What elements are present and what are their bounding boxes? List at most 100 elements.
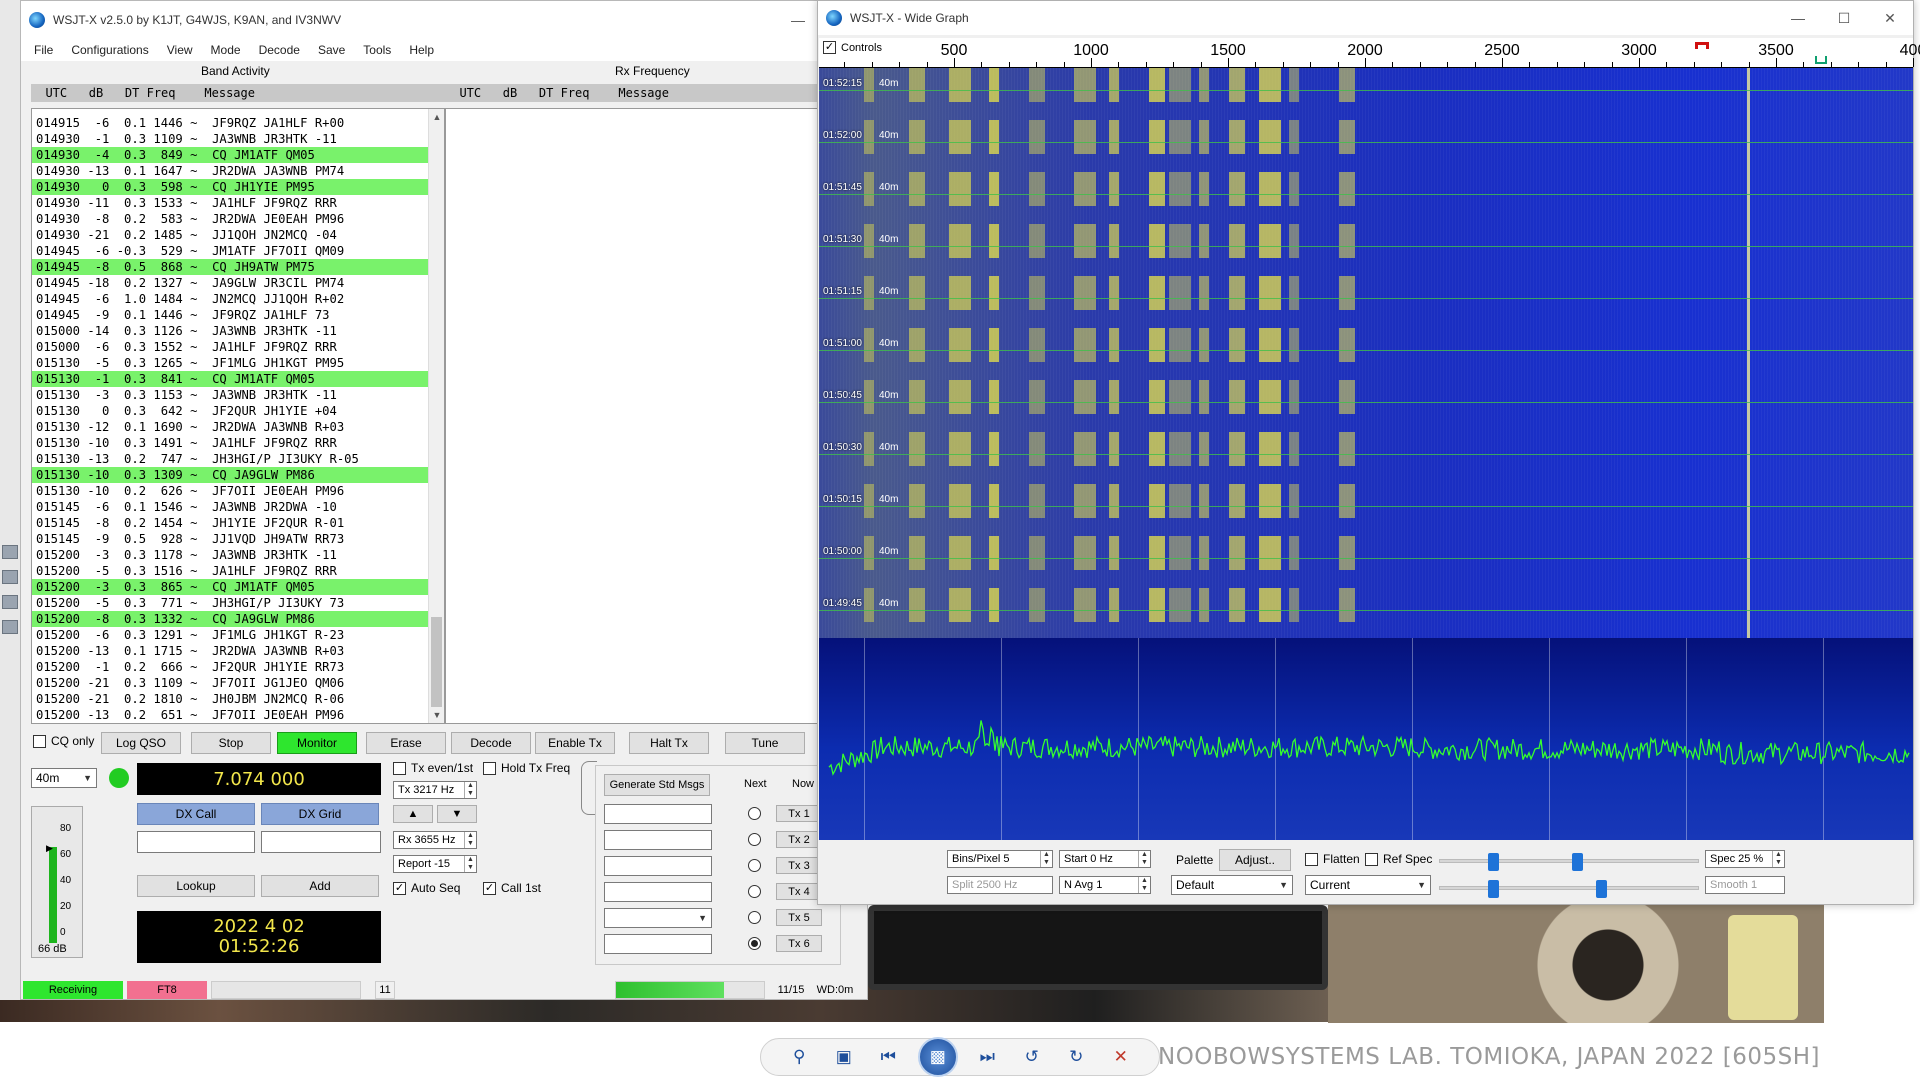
ref-spec-checkbox[interactable]: Ref Spec xyxy=(1365,852,1432,866)
tx4-message-field[interactable] xyxy=(604,882,712,902)
arrow-up-button[interactable]: ▲ xyxy=(393,805,433,823)
decode-row[interactable]: 015145 -9 0.5 928 ~ JJ1VQD JH9ATW RR73 xyxy=(32,531,444,547)
band-activity-list[interactable]: 014915 -6 0.1 1446 ~ JF9RQZ JA1HLF R+00 0… xyxy=(31,108,445,724)
rx-freq-spinbox[interactable]: Rx 3655 Hz ▲ ▼ xyxy=(393,831,477,849)
decode-row[interactable]: 015000 -14 0.3 1126 ~ JA3WNB JR3HTK -11 xyxy=(32,323,444,339)
decode-row[interactable]: 015200 -21 0.3 1109 ~ JF7OII JG1JEO QM06 xyxy=(32,675,444,691)
spectrum-type-select[interactable]: Current ▼ xyxy=(1305,875,1431,895)
tx4-button[interactable]: Tx 4 xyxy=(776,883,822,900)
waterfall-display[interactable]: 01:52:15 40m 01:52:00 40m 01:51:45 40m 01:51:3… xyxy=(819,68,1913,638)
decode-row[interactable]: 014945 -6 -0.3 529 ~ JM1ATF JF7OII QM09 xyxy=(32,243,444,259)
log-qso-button[interactable]: Log QSO xyxy=(101,732,181,754)
tx6-button[interactable]: Tx 6 xyxy=(776,935,822,952)
minimize-icon[interactable]: — xyxy=(1775,1,1821,35)
decode-row[interactable]: 015200 -3 0.3 1178 ~ JA3WNB JR3HTK -11 xyxy=(32,547,444,563)
delete-icon[interactable]: ✕ xyxy=(1106,1044,1136,1070)
hold-tx-freq-checkbox[interactable]: Hold Tx Freq xyxy=(483,761,570,775)
decode-row[interactable]: 015200 -13 0.1 1715 ~ JR2DWA JA3WNB R+03 xyxy=(32,643,444,659)
smooth-spinbox[interactable]: Smooth 1 xyxy=(1705,876,1785,894)
decode-row[interactable]: 015130 -3 0.3 1153 ~ JA3WNB JR3HTK -11 xyxy=(32,387,444,403)
rotate-left-icon[interactable]: ↺ xyxy=(1017,1044,1047,1070)
decode-row[interactable]: 015130 -12 0.1 1690 ~ JR2DWA JA3WNB R+03 xyxy=(32,419,444,435)
decode-row[interactable]: 014945 -18 0.2 1327 ~ JA9GLW JR3CIL PM74 xyxy=(32,275,444,291)
dx-grid-input[interactable] xyxy=(261,831,381,853)
tx5-button[interactable]: Tx 5 xyxy=(776,909,822,926)
desktop-icon[interactable] xyxy=(2,620,18,634)
minimize-icon[interactable]: — xyxy=(775,1,821,39)
controls-checkbox[interactable]: ✓ Controls xyxy=(823,41,882,54)
cq-decode-row[interactable]: 014945 -8 0.5 868 ~ CQ JH9ATW PM75 xyxy=(32,259,444,275)
tx1-next-radio[interactable] xyxy=(748,807,761,820)
spectrum-display[interactable] xyxy=(819,638,1913,840)
start-spinbox[interactable]: Start 0 Hz ▲ ▼ xyxy=(1059,850,1151,868)
maximize-icon[interactable]: ☐ xyxy=(1821,1,1867,35)
tx6-message-field[interactable] xyxy=(604,934,712,954)
zoom-icon[interactable]: ⚲ xyxy=(784,1044,814,1070)
desktop-icon[interactable] xyxy=(2,570,18,584)
close-icon[interactable]: ✕ xyxy=(1867,1,1913,35)
desktop-icon[interactable] xyxy=(2,545,18,559)
tx2-button[interactable]: Tx 2 xyxy=(776,831,822,848)
decode-row[interactable]: 014930 -21 0.2 1485 ~ JJ1QOH JN2MCQ -04 xyxy=(32,227,444,243)
band-activity-scrollbar[interactable]: ▲ ▼ xyxy=(428,109,444,723)
decode-button[interactable]: Decode xyxy=(451,732,531,754)
dx-grid-button[interactable]: DX Grid xyxy=(261,803,379,825)
auto-seq-checkbox[interactable]: ✓ Auto Seq xyxy=(393,881,460,895)
decode-row[interactable]: 015145 -6 0.1 1546 ~ JA3WNB JR2DWA -10 xyxy=(32,499,444,515)
report-spinbox[interactable]: Report -15 ▲ ▼ xyxy=(393,855,477,873)
spin-arrows-icon[interactable]: ▲ ▼ xyxy=(464,856,476,872)
decode-row[interactable]: 014945 -9 0.1 1446 ~ JF9RQZ JA1HLF 73 xyxy=(32,307,444,323)
menu-tools[interactable]: Tools xyxy=(354,43,400,57)
tx3-message-field[interactable] xyxy=(604,856,712,876)
tx2-next-radio[interactable] xyxy=(748,833,761,846)
decode-row[interactable]: 015130 0 0.3 642 ~ JF2QUR JH1YIE +04 xyxy=(32,403,444,419)
add-button[interactable]: Add xyxy=(261,875,379,897)
spin-arrows-icon[interactable]: ▲ ▼ xyxy=(464,832,476,848)
menu-configurations[interactable]: Configurations xyxy=(62,43,157,57)
decode-row[interactable]: 015200 -1 0.2 666 ~ JF2QUR JH1YIE RR73 xyxy=(32,659,444,675)
erase-button[interactable]: Erase xyxy=(366,732,446,754)
menu-save[interactable]: Save xyxy=(309,43,354,57)
call-1st-checkbox[interactable]: ✓ Call 1st xyxy=(483,881,541,895)
enable-tx-button[interactable]: Enable Tx xyxy=(535,732,615,754)
tx3-button[interactable]: Tx 3 xyxy=(776,857,822,874)
lookup-button[interactable]: Lookup xyxy=(137,875,255,897)
tx4-next-radio[interactable] xyxy=(748,885,761,898)
rotate-right-icon[interactable]: ↻ xyxy=(1061,1044,1091,1070)
rx-frequency-list[interactable] xyxy=(445,108,869,724)
spin-arrows-icon[interactable]: ▲ ▼ xyxy=(1138,877,1150,893)
desktop-icon[interactable] xyxy=(2,595,18,609)
monitor-button[interactable]: Monitor xyxy=(277,732,357,754)
cq-only-checkbox[interactable]: CQ only xyxy=(33,734,94,748)
gain-knob[interactable] xyxy=(1488,853,1499,871)
slider-knob[interactable] xyxy=(1488,880,1499,898)
dx-call-input[interactable] xyxy=(137,831,255,853)
decode-row[interactable]: 014915 -6 0.1 1446 ~ JF9RQZ JA1HLF R+00 xyxy=(32,115,444,131)
tx3-next-radio[interactable] xyxy=(748,859,761,872)
tx1-message-field[interactable] xyxy=(604,804,712,824)
halt-tx-button[interactable]: Halt Tx xyxy=(629,732,709,754)
cq-decode-row[interactable]: 015130 -1 0.3 841 ~ CQ JM1ATF QM05 xyxy=(32,371,444,387)
zero-knob[interactable] xyxy=(1572,853,1583,871)
decode-row[interactable]: 015200 -5 0.3 1516 ~ JA1HLF JF9RQZ RRR xyxy=(32,563,444,579)
decode-row[interactable]: 015200 -13 0.2 651 ~ JF7OII JE0EAH PM96 xyxy=(32,707,444,723)
tx2-message-field[interactable] xyxy=(604,830,712,850)
next-icon[interactable]: ⏭ xyxy=(972,1044,1002,1070)
flatten-checkbox[interactable]: Flatten xyxy=(1305,852,1360,866)
tune-button[interactable]: Tune xyxy=(725,732,805,754)
adjust-button[interactable]: Adjust.. xyxy=(1219,849,1291,871)
cq-decode-row[interactable]: 015200 -3 0.3 865 ~ CQ JM1ATF QM05 xyxy=(32,579,444,595)
decode-row[interactable]: 015130 -5 0.3 1265 ~ JF1MLG JH1KGT PM95 xyxy=(32,355,444,371)
spec-spinbox[interactable]: Spec 25 % ▲ ▼ xyxy=(1705,850,1785,868)
menu-file[interactable]: File xyxy=(25,43,62,57)
generate-std-msgs-button[interactable]: Generate Std Msgs xyxy=(604,774,710,796)
palette-select[interactable]: Default ▼ xyxy=(1171,875,1293,895)
stop-button[interactable]: Stop xyxy=(191,732,271,754)
decode-row[interactable]: 014930 -13 0.1 1647 ~ JR2DWA JA3WNB PM74 xyxy=(32,163,444,179)
tx1-button[interactable]: Tx 1 xyxy=(776,805,822,822)
decode-row[interactable]: 014930 -1 0.3 1109 ~ JA3WNB JR3HTK -11 xyxy=(32,131,444,147)
n-avg-spinbox[interactable]: N Avg 1 ▲ ▼ xyxy=(1059,876,1151,894)
arrow-down-button[interactable]: ▼ xyxy=(437,805,477,823)
menu-help[interactable]: Help xyxy=(400,43,443,57)
cq-decode-row[interactable]: 015200 -8 0.3 1332 ~ CQ JA9GLW PM86 xyxy=(32,611,444,627)
